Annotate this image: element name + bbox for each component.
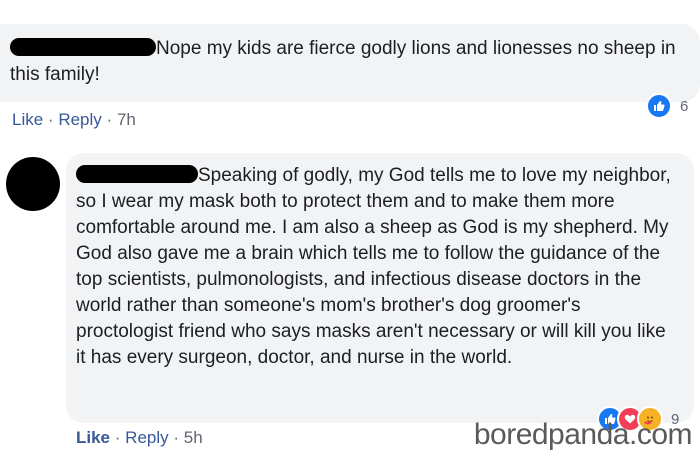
separator: ·: [106, 110, 113, 129]
redacted-author-name: [10, 38, 156, 56]
reaction-summary[interactable]: 6: [646, 93, 688, 119]
reply-link[interactable]: Reply: [125, 428, 168, 447]
comment-actions: Like · Reply · 7h: [12, 110, 136, 130]
separator: ·: [114, 428, 121, 447]
reply-actions: Like · Reply · 5h: [76, 428, 203, 448]
watermark-logo: boredpanda.com: [473, 418, 693, 451]
reply-link[interactable]: Reply: [58, 110, 101, 129]
thumbs-up-icon: [646, 93, 672, 119]
timestamp[interactable]: 7h: [117, 110, 136, 129]
redacted-avatar[interactable]: [6, 157, 60, 211]
separator: ·: [47, 110, 54, 129]
reply-text: Speaking of godly, my God tells me to lo…: [76, 165, 671, 368]
like-link[interactable]: Like: [76, 428, 110, 447]
redacted-author-name: [76, 165, 198, 183]
like-link[interactable]: Like: [12, 110, 43, 129]
reply-bubble: Speaking of godly, my God tells me to lo…: [66, 153, 694, 423]
comment-bubble: Nope my kids are fierce godly lions and …: [0, 24, 700, 102]
separator: ·: [173, 428, 180, 447]
timestamp[interactable]: 5h: [184, 428, 203, 447]
reaction-count: 6: [680, 97, 689, 115]
